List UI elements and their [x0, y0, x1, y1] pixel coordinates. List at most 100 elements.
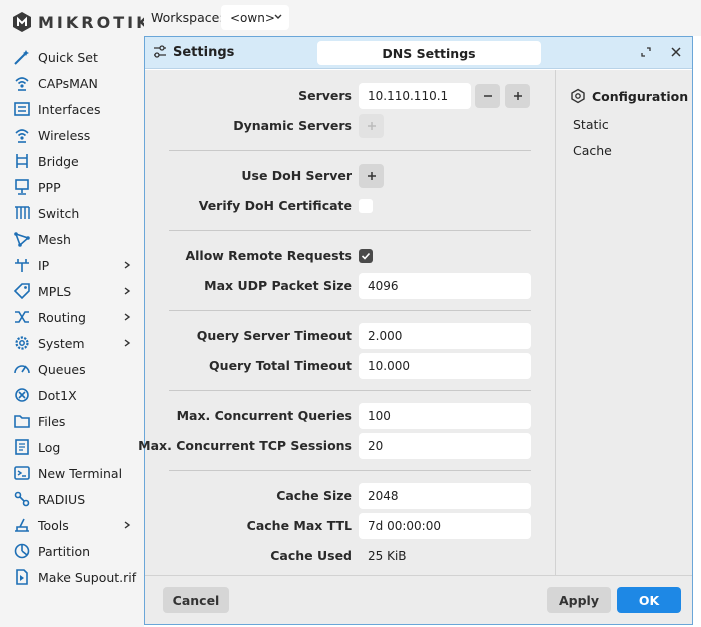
configuration-label: Configuration	[592, 88, 689, 104]
sidebar-item-label: Make Supout.rif	[38, 569, 137, 585]
query-server-timeout-input[interactable]: 2.000	[359, 323, 531, 349]
servers-label: Servers	[298, 88, 352, 103]
sidebar-item-label: RADIUS	[38, 491, 86, 507]
sidebar-item-new-terminal[interactable]: New Terminal	[0, 460, 144, 486]
sidebar-item-make-supout-rif[interactable]: Make Supout.rif	[0, 564, 144, 590]
query-total-timeout-input[interactable]: 10.000	[359, 353, 531, 379]
sidebar-item-routing[interactable]: Routing	[0, 304, 144, 330]
cache-size-input[interactable]: 2048	[359, 483, 531, 509]
sidebar-item-label: Mesh	[38, 231, 71, 247]
ok-button[interactable]: OK	[617, 587, 681, 613]
cache-max-ttl-label: Cache Max TTL	[246, 518, 352, 533]
sidebar-item-ip[interactable]: IP	[0, 252, 144, 278]
remove-server-button[interactable]	[475, 84, 500, 108]
mesh-icon	[12, 229, 32, 249]
plus-icon	[367, 122, 376, 130]
max-concurrent-tcp-input[interactable]: 20	[359, 433, 531, 459]
plus-icon	[513, 92, 522, 100]
sidebar-item-ppp[interactable]: PPP	[0, 174, 144, 200]
sidebar-item-switch[interactable]: Switch	[0, 200, 144, 226]
logo-text: MIKROTIK	[38, 12, 152, 32]
sidebar-item-tools[interactable]: Tools	[0, 512, 144, 538]
close-icon[interactable]	[669, 45, 683, 62]
divider	[169, 310, 531, 311]
sidebar-item-mpls[interactable]: MPLS	[0, 278, 144, 304]
side-link-cache[interactable]: Cache	[573, 143, 612, 158]
tag-icon	[12, 281, 32, 301]
dynamic-servers-row: Dynamic Servers	[145, 113, 554, 139]
sidebar-item-label: PPP	[38, 179, 61, 195]
expand-icon[interactable]	[639, 45, 653, 62]
sidebar-item-label: Files	[38, 413, 66, 429]
log-icon	[12, 437, 32, 457]
wand-icon	[12, 47, 32, 67]
divider	[169, 470, 531, 471]
switch-icon	[12, 203, 32, 223]
wireless-icon	[12, 73, 32, 93]
sidebar-item-interfaces[interactable]: Interfaces	[0, 96, 144, 122]
sidebar-item-quick-set[interactable]: Quick Set	[0, 44, 144, 70]
sidebar-item-label: IP	[38, 257, 50, 273]
max-concurrent-queries-label: Max. Concurrent Queries	[176, 408, 352, 423]
sidebar-item-mesh[interactable]: Mesh	[0, 226, 144, 252]
divider	[169, 390, 531, 391]
sidebar-item-files[interactable]: Files	[0, 408, 144, 434]
sidebar-item-label: Routing	[38, 309, 86, 325]
sidebar-menu: Quick Set CAPsMAN Interfaces Wireless Bridge…	[0, 44, 144, 590]
verify-doh-cert-label: Verify DoH Certificate	[198, 198, 352, 213]
workspace-value: <own>	[230, 10, 275, 25]
cancel-button[interactable]: Cancel	[163, 587, 229, 613]
chevron-right-icon	[120, 258, 134, 272]
allow-remote-row: Allow Remote Requests	[145, 243, 554, 269]
dynamic-servers-label: Dynamic Servers	[233, 118, 352, 133]
sidebar-item-label: MPLS	[38, 283, 72, 299]
max-udp-input[interactable]: 4096	[359, 273, 531, 299]
sidebar-item-bridge[interactable]: Bridge	[0, 148, 144, 174]
sidebar: MIKROTIK Quick Set CAPsMAN Interfaces Wirel…	[0, 0, 148, 627]
max-concurrent-queries-input[interactable]: 100	[359, 403, 531, 429]
minus-icon	[483, 95, 492, 97]
apply-button[interactable]: Apply	[547, 587, 611, 613]
sidebar-item-label: Wireless	[38, 127, 91, 143]
mikrotik-logo-icon	[13, 12, 31, 32]
tools-icon	[12, 515, 32, 535]
workspace-label: Workspace:	[151, 10, 224, 25]
sidebar-item-dot1x[interactable]: Dot1X	[0, 382, 144, 408]
cache-max-ttl-input[interactable]: 7d 00:00:00	[359, 513, 531, 539]
sidebar-item-system[interactable]: System	[0, 330, 144, 356]
ppp-icon	[12, 177, 32, 197]
dns-settings-dialog: Settings DNS Settings Servers 10.110.110…	[138, 36, 693, 625]
ip-icon	[12, 255, 32, 275]
configuration-heading[interactable]: Configuration	[570, 88, 688, 104]
verify-doh-cert-checkbox[interactable]	[359, 199, 373, 213]
mikrotik-logo: MIKROTIK	[12, 11, 151, 33]
tab-dns-settings[interactable]: DNS Settings	[317, 41, 541, 65]
sidebar-item-wireless[interactable]: Wireless	[0, 122, 144, 148]
sidebar-item-label: Quick Set	[38, 49, 98, 65]
side-link-static[interactable]: Static	[573, 117, 609, 132]
allow-remote-checkbox[interactable]	[359, 249, 373, 263]
top-bar: Workspace: <own>	[144, 0, 701, 36]
max-udp-label: Max UDP Packet Size	[204, 278, 352, 293]
sidebar-item-radius[interactable]: RADIUS	[0, 486, 144, 512]
terminal-icon	[12, 463, 32, 483]
cache-used-row: Cache Used 25 KiB	[145, 543, 554, 569]
sidebar-item-label: Tools	[38, 517, 69, 533]
sidebar-item-capsman[interactable]: CAPsMAN	[0, 70, 144, 96]
chevron-right-icon	[120, 310, 134, 324]
max-concurrent-queries-row: Max. Concurrent Queries 100	[145, 403, 554, 429]
max-udp-row: Max UDP Packet Size 4096	[145, 273, 554, 299]
add-server-button[interactable]	[505, 84, 530, 108]
sidebar-item-partition[interactable]: Partition	[0, 538, 144, 564]
workspace-select[interactable]: <own>	[221, 5, 289, 30]
checkmark-icon	[361, 252, 371, 260]
add-doh-server-button[interactable]	[359, 164, 384, 188]
servers-row: Servers 10.110.110.1	[145, 83, 554, 109]
servers-input[interactable]: 10.110.110.1	[359, 83, 471, 109]
sidebar-item-queues[interactable]: Queues	[0, 356, 144, 382]
routing-icon	[12, 307, 32, 327]
sidebar-item-log[interactable]: Log	[0, 434, 144, 460]
gear-icon	[12, 333, 32, 353]
verify-doh-cert-row: Verify DoH Certificate	[145, 193, 554, 219]
chevron-right-icon	[120, 518, 134, 532]
